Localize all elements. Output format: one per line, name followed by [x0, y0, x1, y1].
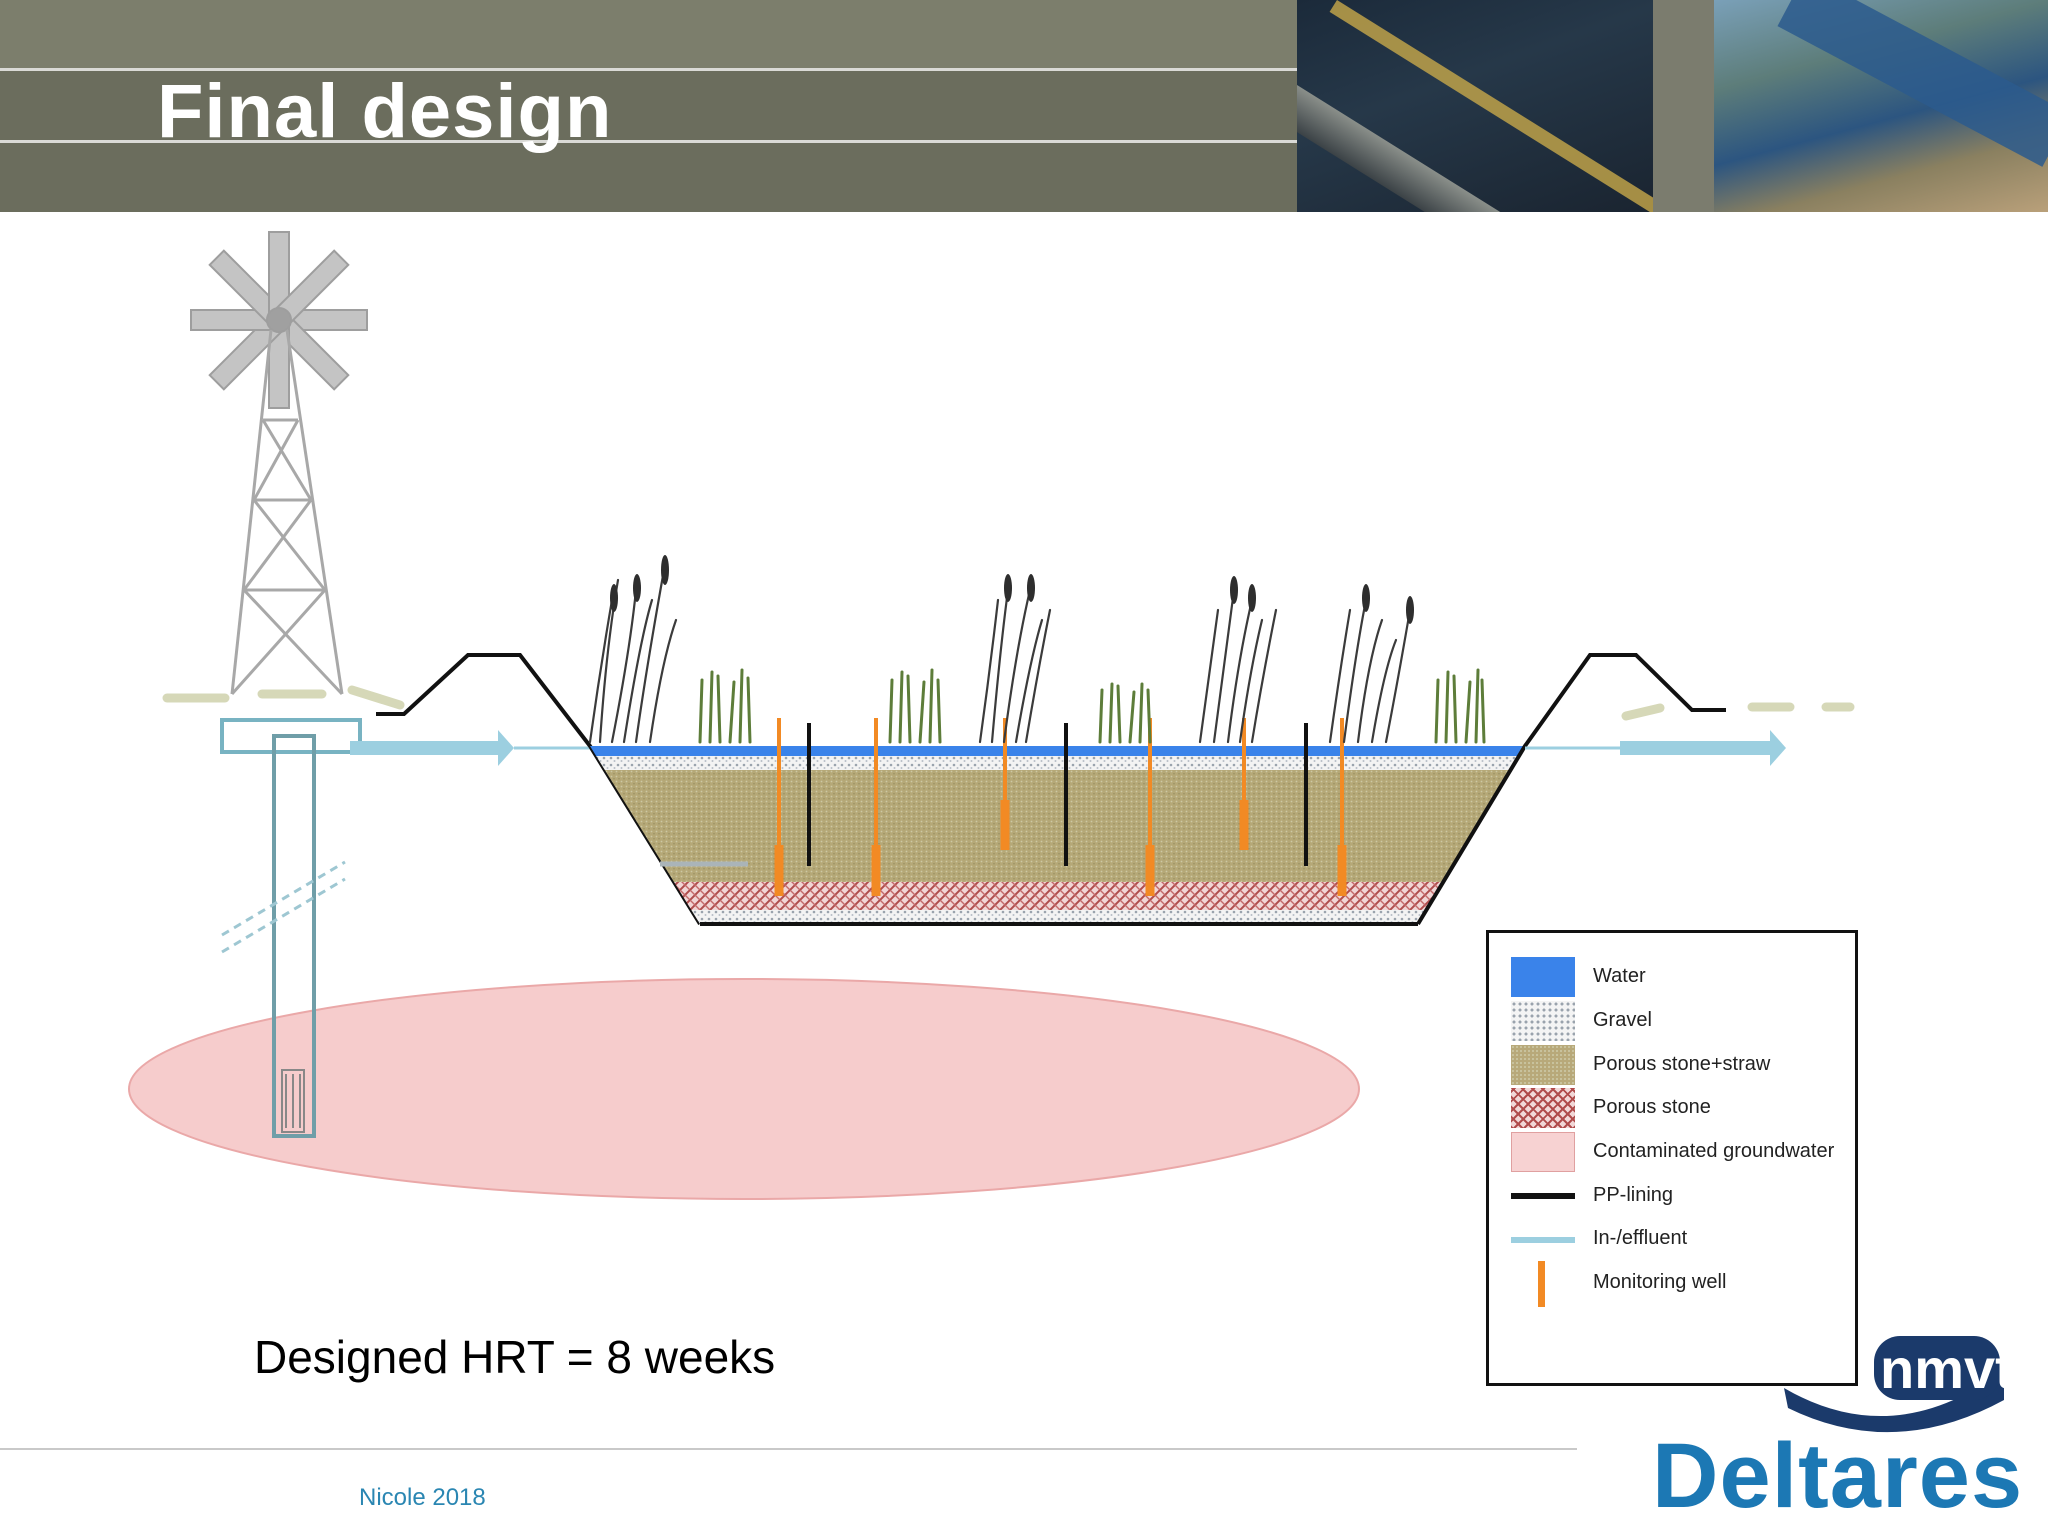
gravel-bottom-layer [590, 910, 1525, 924]
river-channel [1777, 0, 2048, 167]
influent-arrow [350, 730, 590, 766]
legend-item-porous-stone: Porous stone [1489, 1088, 1855, 1128]
legend-label: In-/effluent [1593, 1227, 1688, 1249]
legend-item-groundwater: Contaminated groundwater [1489, 1132, 1855, 1172]
legend-swatch-gravel [1511, 1001, 1575, 1041]
legend-label: PP-lining [1593, 1184, 1674, 1206]
footer-caption: Nicole 2018 [359, 1484, 486, 1511]
legend-label: Gravel [1593, 1009, 1652, 1031]
legend-item-gravel: Gravel [1489, 1001, 1855, 1041]
legend-swatch-pp-lining [1511, 1193, 1575, 1199]
legend-swatch-effluent [1511, 1237, 1575, 1243]
ground-surface-left [162, 685, 405, 710]
water-layer [590, 746, 1525, 756]
legend-label: Monitoring well [1593, 1271, 1727, 1293]
legend: Water Gravel Porous stone+straw Porous s… [1486, 930, 1858, 1386]
bridge-deck [1297, 60, 1653, 212]
footer-divider [0, 1448, 1577, 1450]
legend-swatch-water [1511, 957, 1575, 997]
hrt-statement: Designed HRT = 8 weeks [254, 1331, 776, 1383]
legend-item-porous-straw: Porous stone+straw [1489, 1045, 1855, 1085]
gravel-top-layer [590, 756, 1525, 770]
legend-item-monitoring-well: Monitoring well [1489, 1261, 1855, 1307]
page-title: Final design [157, 69, 613, 154]
legend-swatch-porous-stone [1511, 1088, 1575, 1128]
photo-divider [1653, 0, 1714, 212]
legend-label: Porous stone [1593, 1096, 1711, 1118]
legend-swatch-monitoring-well [1538, 1261, 1545, 1307]
basin-layers [590, 746, 1525, 924]
porous-stone-layer [590, 882, 1525, 910]
river-aerial-photo [1714, 0, 2048, 212]
deltares-logo: Deltares [1652, 1425, 2024, 1527]
legend-swatch-groundwater [1511, 1132, 1575, 1172]
nmvt-logo-text: nmvt [1880, 1337, 2004, 1400]
legend-item-water: Water [1489, 957, 1855, 997]
ground-surface-right [1621, 702, 1855, 721]
legend-label: Water [1593, 965, 1646, 987]
legend-label: Porous stone+straw [1593, 1053, 1771, 1075]
legend-swatch-porous-straw [1511, 1045, 1575, 1085]
bridge-photo [1297, 0, 1653, 212]
windmill-icon [190, 231, 368, 696]
legend-item-effluent: In-/effluent [1489, 1219, 1855, 1259]
legend-label: Contaminated groundwater [1593, 1140, 1835, 1162]
reed-plant-icon [588, 555, 1486, 744]
legend-item-pp-lining: PP-lining [1489, 1176, 1855, 1216]
effluent-arrow [1525, 730, 1786, 766]
pipe-break-mark [221, 860, 346, 954]
